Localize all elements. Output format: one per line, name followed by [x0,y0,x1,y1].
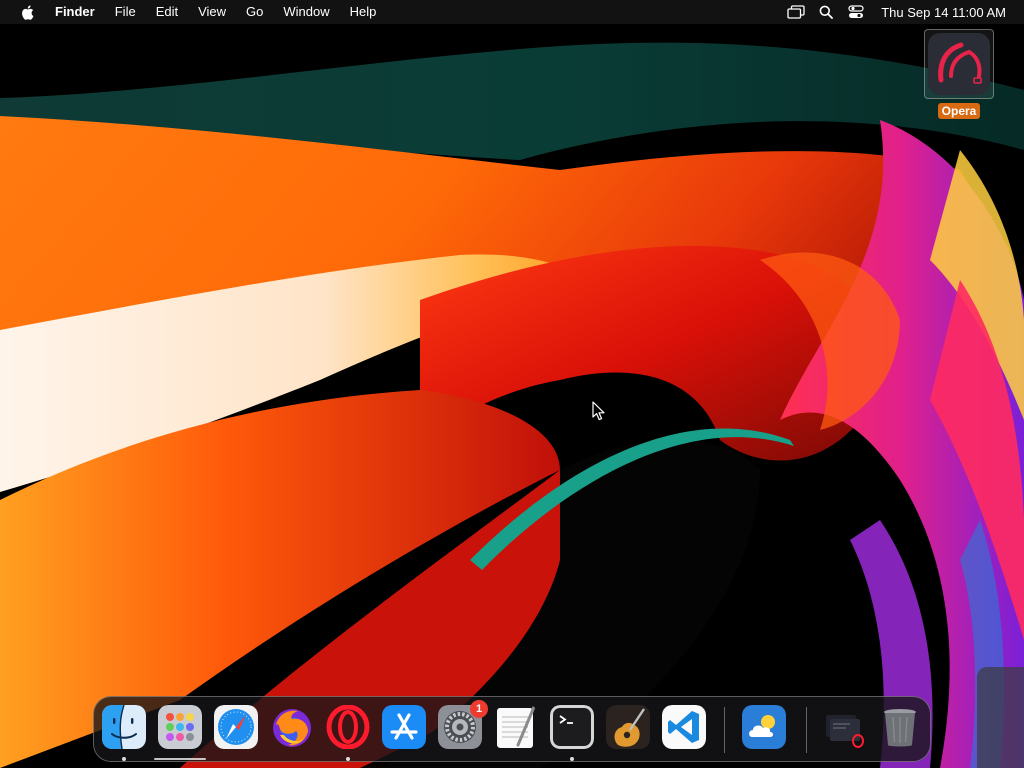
terminal-icon [550,705,594,749]
dock-app-terminal[interactable] [550,705,594,761]
desktop-icon-opera[interactable]: Opera [922,29,996,119]
menu-go[interactable]: Go [236,0,273,24]
dock-app-textedit[interactable] [494,705,538,749]
dock-app-launchpad[interactable] [158,705,202,749]
notification-edge-panel[interactable] [977,667,1024,768]
running-indicator [346,757,350,761]
dock-app-finder[interactable] [102,705,146,761]
trash-icon [878,705,922,749]
dock-separator [724,707,725,753]
opera-icon [928,33,990,95]
notification-badge: 1 [470,700,488,718]
screen-mirroring-icon[interactable] [785,0,807,24]
dock-app-firefox[interactable] [270,705,314,749]
dock-app-garageband[interactable] [606,705,650,749]
menu-file[interactable]: File [105,0,146,24]
running-indicator [570,757,574,761]
menu-help[interactable]: Help [340,0,387,24]
running-indicator [122,757,126,761]
safari-icon [214,705,258,749]
menu-window[interactable]: Window [273,0,339,24]
desktop-icon-label: Opera [937,103,981,119]
spotlight-search-icon[interactable] [815,0,837,24]
finder-icon [102,705,146,749]
textedit-icon [494,705,538,749]
menu-app-finder[interactable]: Finder [45,0,105,24]
vscode-icon [662,705,706,749]
dock-app-system-settings[interactable]: 1 [438,700,488,749]
menu-bar: Finder File Edit View Go Window Help Thu… [0,0,1024,24]
control-center-icon[interactable] [845,0,867,24]
firefox-icon [270,705,314,749]
dock: 1 [93,696,931,762]
menu-edit[interactable]: Edit [146,0,188,24]
mouse-pointer-icon [592,401,605,421]
app-store-icon [382,705,426,749]
dock-app-downloads[interactable] [822,705,866,749]
garageband-icon [606,705,650,749]
weather-icon [742,705,786,749]
dock-app-app-store[interactable] [382,705,426,749]
opera-icon [326,705,370,749]
dock-separator [806,707,807,753]
dock-app-weather[interactable] [742,705,786,749]
menu-view[interactable]: View [188,0,236,24]
launchpad-active-indicator [154,758,206,760]
desktop-icon-selection [924,29,994,99]
downloads-stack-icon [822,705,866,749]
apple-menu-icon[interactable] [17,2,37,22]
launchpad-icon [158,705,202,749]
menubar-clock[interactable]: Thu Sep 14 11:00 AM [881,5,1006,20]
desktop-wallpaper [0,0,1024,768]
dock-app-vscode[interactable] [662,705,706,749]
dock-app-safari[interactable] [214,705,258,749]
dock-app-trash[interactable] [878,705,922,749]
dock-app-opera[interactable] [326,705,370,761]
